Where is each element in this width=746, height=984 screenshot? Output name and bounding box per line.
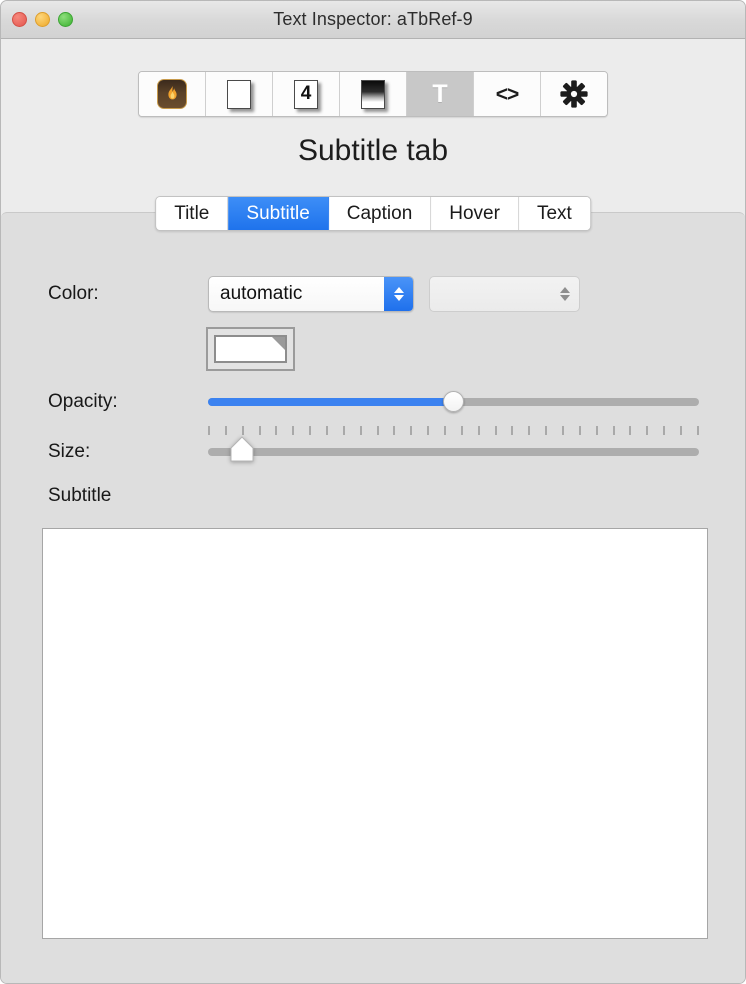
size-slider-tick (595, 426, 598, 435)
toolbar-button-settings[interactable] (541, 72, 607, 116)
color-row: Color: (48, 283, 99, 305)
size-slider-tick (208, 426, 210, 435)
size-slider-tick (241, 426, 244, 435)
toolbar-button-flame[interactable] (139, 72, 206, 116)
size-slider-tick (545, 426, 548, 435)
opacity-slider-fill (208, 398, 454, 406)
tab-bar: Title Subtitle Caption Hover Text (155, 196, 591, 231)
numbered-page-icon: 4 (294, 79, 318, 109)
gradient-page-icon (361, 79, 385, 109)
size-slider-tick (494, 426, 497, 435)
tab-caption[interactable]: Caption (328, 197, 432, 230)
inspector-toolbar: 4 T <> (1, 71, 745, 117)
size-slider-tick (696, 426, 699, 435)
size-slider-tick (292, 426, 295, 435)
tab-title[interactable]: Title (156, 197, 229, 230)
color-secondary-popup-stepper[interactable] (550, 277, 579, 311)
opacity-slider[interactable] (208, 391, 699, 412)
tab-text[interactable]: Text (518, 197, 590, 230)
subtitle-field-row: Subtitle (48, 485, 111, 507)
size-slider-knob[interactable] (230, 436, 254, 462)
color-mode-popup-stepper[interactable] (384, 277, 413, 311)
size-slider-ticks (208, 426, 699, 436)
size-slider-tick (275, 426, 278, 435)
size-slider-tick (326, 426, 329, 435)
window-titlebar: Text Inspector: aTbRef-9 (1, 1, 745, 39)
size-label: Size: (48, 441, 91, 462)
toolbar-button-blank-page[interactable] (206, 72, 273, 116)
size-slider-tick (393, 426, 396, 435)
code-brackets-icon: <> (495, 82, 520, 106)
size-slider-tick (460, 426, 463, 435)
size-slider-tick (629, 426, 632, 435)
toolbar-button-text[interactable]: T (407, 72, 474, 116)
size-slider-tick (258, 426, 261, 435)
size-slider-tick (224, 426, 227, 435)
size-slider-tick (376, 426, 379, 435)
color-secondary-popup[interactable] (429, 276, 580, 312)
toolbar-button-numbered-page[interactable]: 4 (273, 72, 340, 116)
chevron-down-icon (393, 295, 404, 301)
inspector-tab-segmented-control: 4 T <> (138, 71, 608, 117)
color-mode-popup-value: automatic (220, 283, 303, 304)
opacity-label: Opacity: (48, 391, 118, 412)
subtitle-text-area[interactable] (42, 528, 708, 939)
subtitle-label: Subtitle (48, 485, 112, 506)
size-slider[interactable] (208, 426, 699, 462)
toolbar-button-gradient-page[interactable] (340, 72, 407, 116)
size-slider-tick (578, 426, 581, 435)
toolbar-button-code[interactable]: <> (474, 72, 541, 116)
opacity-row: Opacity: (48, 391, 118, 413)
size-slider-tick (427, 426, 430, 435)
size-slider-track[interactable] (208, 448, 699, 456)
size-slider-tick (410, 426, 413, 435)
blank-page-icon (227, 79, 251, 109)
size-slider-tick (309, 426, 312, 435)
window-title: Text Inspector: aTbRef-9 (273, 9, 473, 29)
chevron-down-icon (559, 295, 570, 301)
text-inspector-window: Text Inspector: aTbRef-9 4 T <> Subtitle… (0, 0, 746, 984)
size-slider-tick (646, 426, 649, 435)
size-slider-tick (562, 426, 565, 435)
size-slider-tick (612, 426, 615, 435)
size-slider-tick (680, 426, 683, 435)
size-slider-tick (444, 426, 447, 435)
color-mode-popup[interactable]: automatic (208, 276, 414, 312)
chevron-up-icon (559, 287, 570, 293)
color-well[interactable] (206, 327, 295, 371)
subtitle-tab-panel: Color: automatic Opacity: Size: Subtitle (1, 212, 745, 983)
color-well-swatch (214, 335, 287, 363)
pane-heading: Subtitle tab (297, 134, 449, 167)
size-slider-tick (342, 426, 345, 435)
size-slider-tick (359, 426, 362, 435)
color-label: Color: (48, 283, 99, 304)
size-row: Size: (48, 441, 90, 463)
tab-hover[interactable]: Hover (431, 197, 519, 230)
size-slider-tick (511, 426, 514, 435)
tab-subtitle[interactable]: Subtitle (228, 197, 329, 230)
size-slider-tick (477, 426, 480, 435)
gear-icon (560, 80, 588, 108)
flame-icon (157, 79, 187, 109)
size-slider-tick (663, 426, 666, 435)
text-T-icon: T (432, 79, 448, 108)
opacity-slider-knob[interactable] (442, 391, 464, 412)
size-slider-tick (528, 426, 531, 435)
chevron-up-icon (393, 287, 404, 293)
